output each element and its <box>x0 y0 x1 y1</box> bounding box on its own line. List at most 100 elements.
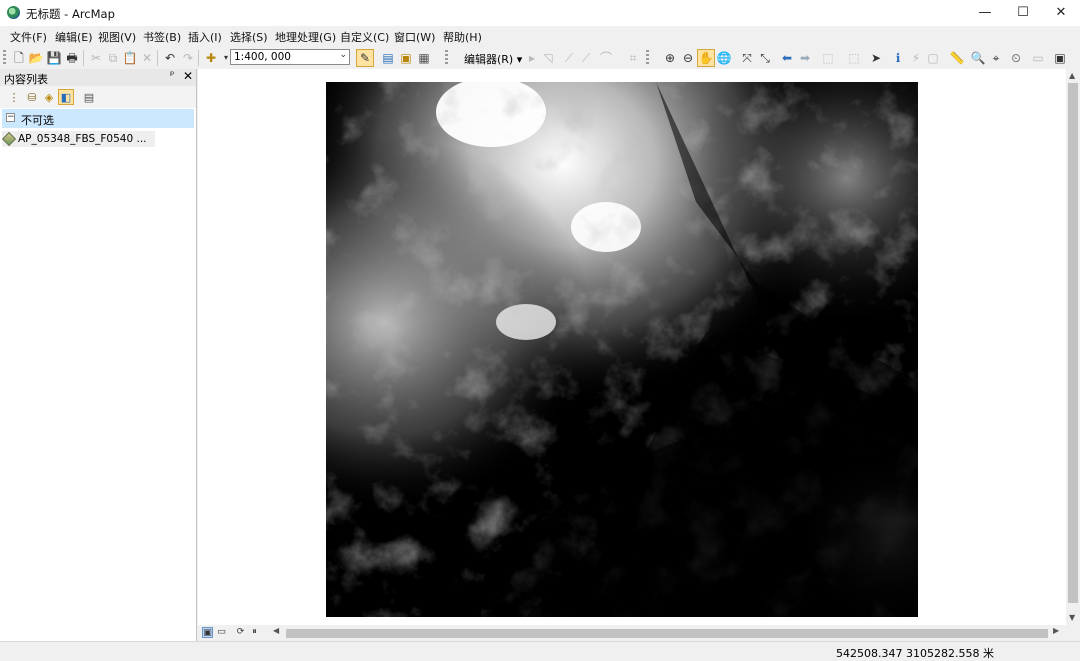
maximize-button[interactable]: ☐ <box>1004 0 1042 26</box>
clear-selection-icon[interactable]: ⬚ <box>846 50 862 66</box>
status-bar: 542508.347 3105282.558 米 <box>0 641 1080 660</box>
arctoolbox-icon[interactable]: ▣ <box>398 50 414 66</box>
toc-options-icon[interactable]: ▤ <box>81 89 97 105</box>
hyperlink-icon[interactable]: ⚡ <box>908 50 924 66</box>
edit-vertices-icon[interactable]: ⌗ <box>625 50 641 66</box>
menu-insert[interactable]: 插入(I) <box>188 29 222 45</box>
menu-bar: 文件(F) 编辑(E) 视图(V) 书签(B) 插入(I) 选择(S) 地理处理… <box>0 26 1080 46</box>
menu-windows[interactable]: 窗口(W) <box>394 29 435 45</box>
catalog-window-icon[interactable]: ▤ <box>380 50 396 66</box>
new-document-icon[interactable]: 🗋 <box>11 50 27 66</box>
html-popup-icon[interactable]: ▢ <box>925 50 941 66</box>
view-switch-bar: ▣ ▭ ⟳ ⏸ ◀ ▶ <box>198 625 1080 641</box>
full-extent-icon[interactable]: 🌐 <box>716 50 732 66</box>
select-features-icon[interactable]: ⬚ <box>820 50 836 66</box>
list-by-drawing-order-icon[interactable]: ⋮ <box>6 89 22 105</box>
vertical-scrollbar[interactable]: ▲ ▼ <box>1066 69 1080 625</box>
undo-icon[interactable]: ↶ <box>162 50 178 66</box>
title-bar: 无标题 - ArcMap — ☐ ✕ <box>0 0 1080 26</box>
viewer-window-icon[interactable]: ▭ <box>1030 50 1046 66</box>
layout-view-icon[interactable]: ▭ <box>216 627 227 638</box>
zoom-in-icon[interactable]: ⊕ <box>662 50 678 66</box>
menu-help[interactable]: 帮助(H) <box>443 29 482 45</box>
menu-file[interactable]: 文件(F) <box>10 29 47 45</box>
select-elements-icon[interactable]: ➤ <box>868 50 884 66</box>
open-icon[interactable]: 📂 <box>28 50 44 66</box>
edit-annotation-icon[interactable]: ◹ <box>540 50 556 66</box>
find-icon[interactable]: 🔍 <box>970 50 986 66</box>
scroll-down-icon[interactable]: ▼ <box>1069 613 1075 622</box>
overview-icon[interactable]: ▣ <box>1052 50 1068 66</box>
toolbar-separator <box>198 50 199 66</box>
menu-selection[interactable]: 选择(S) <box>230 29 268 45</box>
editor-menu-button[interactable]: 编辑器(R) ▾ <box>464 51 522 67</box>
scroll-right-icon[interactable]: ▶ <box>1053 626 1059 635</box>
menu-customize[interactable]: 自定义(C) <box>340 29 389 45</box>
identify-icon[interactable]: ℹ <box>890 50 906 66</box>
map-scale-combobox[interactable]: 1:400, 000 ⌄ <box>230 49 350 65</box>
minimize-button[interactable]: — <box>966 0 1004 26</box>
time-slider-icon[interactable]: ⏲ <box>1008 50 1024 66</box>
toolbar-separator <box>83 50 84 66</box>
editor-toolbar-icon[interactable]: ✎ <box>356 49 374 67</box>
menu-edit[interactable]: 编辑(E) <box>55 29 93 45</box>
menu-geoprocessing[interactable]: 地理处理(G) <box>275 29 336 45</box>
scroll-left-icon[interactable]: ◀ <box>273 626 279 635</box>
cut-icon[interactable]: ✂ <box>88 50 104 66</box>
toolbar-grip[interactable] <box>646 50 649 66</box>
measure-icon[interactable]: 📏 <box>949 50 965 66</box>
pause-drawing-icon[interactable]: ⏸ <box>249 627 260 638</box>
python-window-icon[interactable]: ▦ <box>416 50 432 66</box>
endpoint-arc-icon[interactable]: ⟋ <box>578 50 594 66</box>
list-by-source-icon[interactable]: ⛁ <box>24 89 40 105</box>
dem-raster-image[interactable] <box>326 82 918 617</box>
straight-segment-icon[interactable]: ⟋ <box>561 50 577 66</box>
zoom-out-icon[interactable]: ⊖ <box>680 50 696 66</box>
go-to-xy-icon[interactable]: ⌖ <box>988 50 1004 66</box>
toc-header: 内容列表 ᵖ ✕ <box>0 69 196 86</box>
dem-raster-svg <box>326 82 918 617</box>
close-button[interactable]: ✕ <box>1042 0 1080 26</box>
table-of-contents-panel: 内容列表 ᵖ ✕ ⋮ ⛁ ◈ ◧ ▤ − 不可选 AP_05348_FBS_F0… <box>0 69 197 642</box>
toolbar-grip[interactable] <box>3 50 6 66</box>
delete-icon[interactable]: ✕ <box>139 50 155 66</box>
vertical-scroll-thumb[interactable] <box>1068 83 1078 603</box>
add-data-icon[interactable]: ✚ <box>203 50 219 66</box>
raster-layer-icon <box>1 131 17 147</box>
paste-icon[interactable]: 📋 <box>122 50 138 66</box>
fixed-zoom-out-icon[interactable]: ⤡ <box>757 50 773 66</box>
edit-tool-icon[interactable]: ▸ <box>524 50 540 66</box>
pin-icon[interactable]: ᵖ <box>170 70 174 81</box>
layer-label: AP_05348_FBS_F0540 ... <box>18 133 147 145</box>
arcmap-logo-icon <box>7 6 20 19</box>
group-label: 不可选 <box>21 114 54 127</box>
save-icon[interactable]: 💾 <box>46 50 62 66</box>
toc-title: 内容列表 <box>4 73 48 86</box>
back-extent-icon[interactable]: ⬅ <box>779 50 795 66</box>
toolbar-separator <box>157 50 158 66</box>
collapse-icon[interactable]: − <box>6 113 15 122</box>
map-view[interactable] <box>198 69 1066 625</box>
copy-icon[interactable]: ⧉ <box>105 50 121 66</box>
toc-close-icon[interactable]: ✕ <box>183 69 193 83</box>
list-by-selection-icon[interactable]: ◧ <box>58 89 74 105</box>
layer-item[interactable]: AP_05348_FBS_F0540 ... <box>1 131 155 147</box>
chevron-down-icon[interactable]: ⌄ <box>339 50 347 60</box>
window-title: 无标题 - ArcMap <box>26 7 115 21</box>
fixed-zoom-in-icon[interactable]: ⤧ <box>739 50 755 66</box>
horizontal-scroll-thumb[interactable] <box>286 629 1048 638</box>
forward-extent-icon[interactable]: ➡ <box>797 50 813 66</box>
menu-bookmarks[interactable]: 书签(B) <box>143 29 181 45</box>
trace-icon[interactable]: ⌒ <box>598 50 614 66</box>
refresh-icon[interactable]: ⟳ <box>235 627 246 638</box>
toolbar-grip[interactable] <box>445 50 448 66</box>
map-scale-value: 1:400, 000 <box>234 51 291 63</box>
group-unselectable[interactable]: − 不可选 <box>2 109 194 128</box>
data-view-icon[interactable]: ▣ <box>202 627 213 638</box>
scroll-up-icon[interactable]: ▲ <box>1069 71 1075 80</box>
menu-view[interactable]: 视图(V) <box>98 29 136 45</box>
list-by-visibility-icon[interactable]: ◈ <box>41 89 57 105</box>
pan-icon[interactable]: ✋ <box>697 49 715 67</box>
redo-icon[interactable]: ↷ <box>180 50 196 66</box>
print-icon[interactable]: 🖶 <box>64 50 80 66</box>
